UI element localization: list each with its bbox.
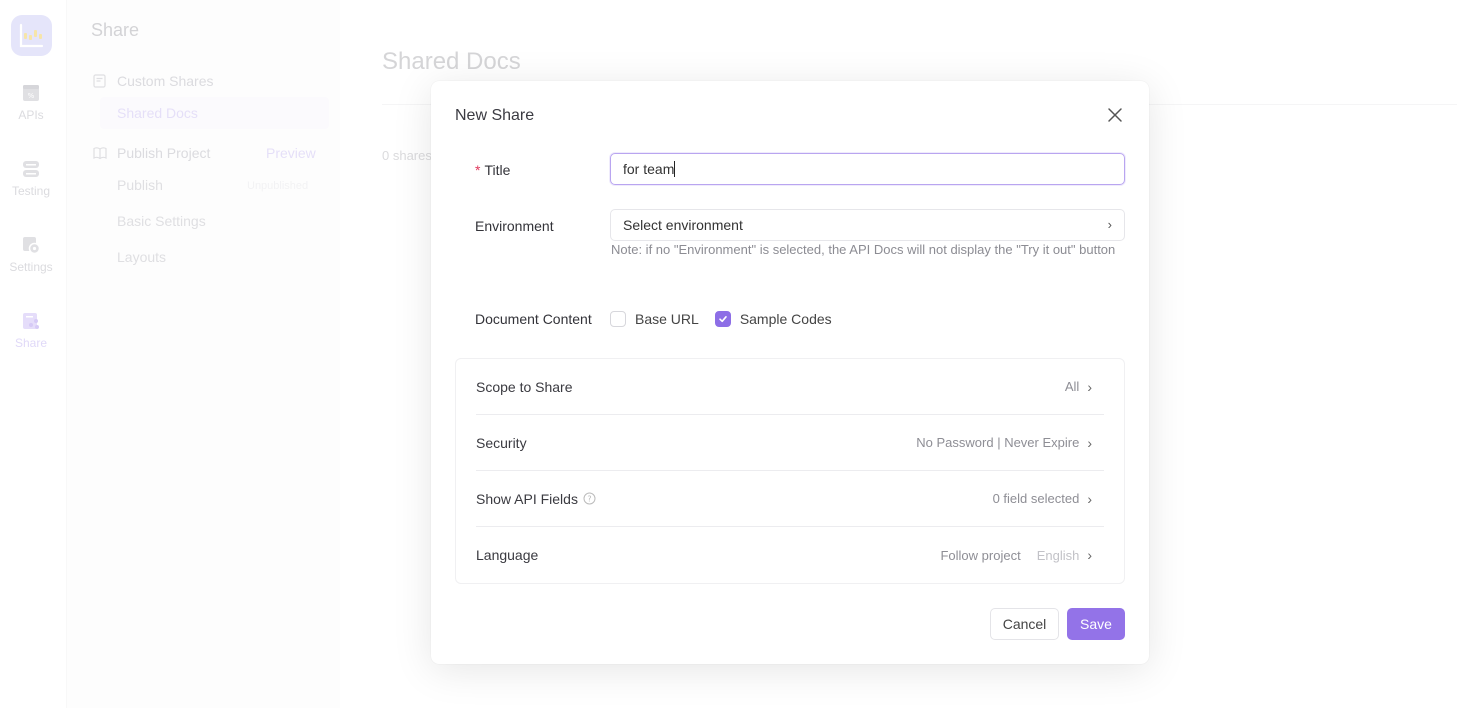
close-icon bbox=[1108, 108, 1122, 122]
check-icon bbox=[719, 316, 727, 323]
document-content-options: Base URL Sample Codes bbox=[610, 311, 848, 327]
setting-row-language[interactable]: Language Follow project English › bbox=[476, 527, 1104, 583]
setting-value: No Password | Never Expire bbox=[916, 435, 1080, 450]
setting-secondary-value: English bbox=[1036, 547, 1080, 563]
setting-label: Security bbox=[476, 434, 527, 451]
help-icon[interactable]: ? bbox=[583, 492, 596, 505]
chevron-right-icon: › bbox=[1087, 378, 1092, 395]
base-url-checkbox[interactable] bbox=[610, 311, 626, 327]
setting-value: 0 field selected bbox=[992, 491, 1080, 506]
save-button[interactable]: Save bbox=[1067, 608, 1125, 640]
svg-text:?: ? bbox=[587, 494, 591, 503]
title-input-value: for team bbox=[623, 161, 675, 177]
setting-label: Language bbox=[476, 547, 539, 563]
environment-label: Environment bbox=[475, 218, 554, 234]
setting-row-api-fields[interactable]: Show API Fields ? 0 field selected › bbox=[476, 471, 1104, 527]
environment-select[interactable]: Select environment › bbox=[610, 209, 1125, 241]
document-content-label: Document Content bbox=[475, 311, 592, 327]
environment-note: Note: if no "Environment" is selected, t… bbox=[611, 242, 1116, 257]
setting-value: All bbox=[1064, 379, 1080, 394]
title-input[interactable]: for team bbox=[610, 153, 1125, 185]
setting-label: Scope to Share bbox=[476, 378, 573, 395]
required-mark: * bbox=[475, 162, 481, 178]
environment-placeholder: Select environment bbox=[623, 217, 743, 233]
share-settings-list: Scope to Share All › Security No Password… bbox=[455, 358, 1125, 584]
base-url-label[interactable]: Base URL bbox=[635, 311, 699, 327]
setting-row-security[interactable]: Security No Password | Never Expire › bbox=[476, 415, 1104, 471]
setting-value: Follow project bbox=[940, 547, 1021, 563]
chevron-right-icon: › bbox=[1087, 547, 1092, 563]
title-label: * Title bbox=[475, 162, 511, 178]
chevron-right-icon: › bbox=[1087, 490, 1092, 507]
sample-codes-label[interactable]: Sample Codes bbox=[740, 311, 832, 327]
setting-row-scope[interactable]: Scope to Share All › bbox=[476, 359, 1104, 415]
close-button[interactable] bbox=[1105, 105, 1125, 125]
cancel-button[interactable]: Cancel bbox=[990, 608, 1059, 640]
dialog-title: New Share bbox=[455, 107, 535, 124]
chevron-right-icon: › bbox=[1107, 217, 1112, 232]
setting-label: Show API Fields bbox=[476, 490, 578, 507]
sample-codes-checkbox[interactable] bbox=[714, 311, 731, 327]
new-share-dialog: New Share * Title for team Environment Se… bbox=[431, 81, 1149, 664]
chevron-right-icon: › bbox=[1087, 434, 1092, 451]
text-caret bbox=[674, 161, 676, 177]
